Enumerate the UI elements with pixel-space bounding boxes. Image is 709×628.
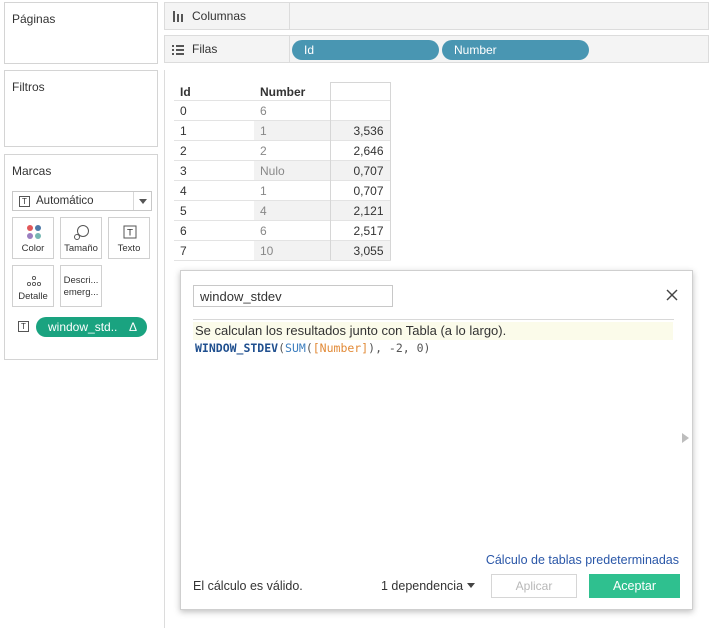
cell-value: 2,121 xyxy=(329,200,391,221)
cell-number: 1 xyxy=(254,120,330,141)
table-row: 3 Nulo 0,707 xyxy=(174,160,391,181)
formula-open-paren: ( xyxy=(278,341,286,355)
table-row: 7 10 3,055 xyxy=(174,240,391,261)
chevron-down-icon[interactable] xyxy=(133,192,151,210)
tooltip-button[interactable]: Descri... emerg... xyxy=(60,265,102,307)
text-label: Texto xyxy=(117,243,141,254)
mark-type-label: Automático xyxy=(36,195,94,207)
chevron-down-icon xyxy=(467,583,476,588)
pages-title: Páginas xyxy=(12,12,56,26)
tooltip-label-line2: emerg... xyxy=(63,287,99,298)
cell-number: 6 xyxy=(254,100,330,121)
apply-button[interactable]: Aplicar xyxy=(491,574,577,598)
cell-value: 2,517 xyxy=(329,220,391,241)
calc-divider xyxy=(193,319,674,320)
formula-field: [Number] xyxy=(312,341,369,355)
cell-value: 3,536 xyxy=(329,120,391,141)
marks-panel: Marcas T Automático Color Tamaño T Texto xyxy=(4,154,158,360)
calc-hint: Se calculan los resultados junto con Tab… xyxy=(193,322,673,340)
columns-label: Columnas xyxy=(172,3,290,29)
filters-panel[interactable]: Filtros xyxy=(4,70,158,147)
cell-id: 0 xyxy=(174,100,254,121)
calculation-dialog: Se calculan los resultados junto con Tab… xyxy=(180,270,693,610)
window-stdev-pill[interactable]: window_std.. Δ xyxy=(36,317,147,337)
cell-number: 1 xyxy=(254,180,330,201)
header-value xyxy=(329,82,391,101)
rows-label: Filas xyxy=(172,36,290,62)
table-row: 6 6 2,517 xyxy=(174,220,391,241)
cell-id: 2 xyxy=(174,140,254,161)
svg-text:T: T xyxy=(126,229,133,239)
color-button[interactable]: Color xyxy=(12,217,54,259)
formula-aggregate: SUM xyxy=(285,341,306,355)
cell-value: 0,707 xyxy=(329,160,391,181)
table-row: 4 1 0,707 xyxy=(174,180,391,201)
columns-shelf[interactable]: Columnas xyxy=(164,2,709,30)
table-row: 5 4 2,121 xyxy=(174,200,391,221)
cell-id: 6 xyxy=(174,220,254,241)
filters-title: Filtros xyxy=(12,80,45,94)
text-button[interactable]: T Texto xyxy=(108,217,150,259)
dependency-label: 1 dependencia xyxy=(381,579,464,593)
header-id: Id xyxy=(180,85,191,100)
mark-type-dropdown[interactable]: T Automático xyxy=(12,191,152,211)
size-button[interactable]: Tamaño xyxy=(60,217,102,259)
cell-value: 2,646 xyxy=(329,140,391,161)
cell-number: Nulo xyxy=(254,160,330,181)
rows-pill-number[interactable]: Number xyxy=(442,40,589,60)
accept-button[interactable]: Aceptar xyxy=(589,574,680,598)
cell-value: 3,055 xyxy=(329,240,391,261)
cell-id: 3 xyxy=(174,160,254,181)
detail-button[interactable]: Detalle xyxy=(12,265,54,307)
text-icon: T xyxy=(123,225,137,239)
table-row: 2 2 2,646 xyxy=(174,140,391,161)
cell-id: 5 xyxy=(174,200,254,221)
detail-label: Detalle xyxy=(18,291,48,302)
cell-value xyxy=(329,100,391,121)
close-icon[interactable] xyxy=(664,287,680,303)
color-dots-icon xyxy=(27,225,41,239)
formula-rest: ), -2, 0) xyxy=(368,341,431,355)
cell-id: 4 xyxy=(174,180,254,201)
dependency-dropdown[interactable]: 1 dependencia xyxy=(381,579,476,593)
calc-formula-editor[interactable]: WINDOW_STDEV(SUM([Number]), -2, 0) xyxy=(195,341,430,355)
default-table-calc-link[interactable]: Cálculo de tablas predeterminadas xyxy=(486,553,679,567)
rows-shelf[interactable]: Filas Id Number xyxy=(164,35,709,63)
text-mark-icon: T xyxy=(19,196,30,207)
text-mark-icon: T xyxy=(18,321,29,332)
rows-pill-id[interactable]: Id xyxy=(292,40,439,60)
calc-valid-status: El cálculo es válido. xyxy=(193,579,303,593)
table-row: 1 1 3,536 xyxy=(174,120,391,141)
marks-title: Marcas xyxy=(12,164,52,178)
cell-number: 6 xyxy=(254,220,330,241)
tooltip-label-line1: Descri... xyxy=(63,275,99,286)
header-number: Number xyxy=(260,85,306,100)
color-label: Color xyxy=(21,243,45,254)
size-label: Tamaño xyxy=(64,243,98,254)
expand-arrow-icon[interactable] xyxy=(682,433,689,443)
pages-panel: Páginas xyxy=(4,2,158,64)
formula-function: WINDOW_STDEV xyxy=(195,341,279,355)
calc-name-input[interactable] xyxy=(193,285,393,307)
size-icon xyxy=(74,225,89,240)
cell-number: 4 xyxy=(254,200,330,221)
cell-id: 7 xyxy=(174,240,254,261)
formula-agg-open-paren: ( xyxy=(305,341,313,355)
data-table: Id Number 0 6 1 1 3,536 2 2 2,646 3 Nulo 0,707 4 1 0,… xyxy=(174,82,391,261)
detail-dots-icon xyxy=(26,275,42,287)
cell-number: 2 xyxy=(254,140,330,161)
cell-value: 0,707 xyxy=(329,180,391,201)
window-stdev-pill-label: window_std.. xyxy=(48,320,118,334)
cell-number: 10 xyxy=(254,240,330,261)
cell-id: 1 xyxy=(174,120,254,141)
delta-icon: Δ xyxy=(128,320,137,334)
table-row: 06 xyxy=(174,100,391,121)
